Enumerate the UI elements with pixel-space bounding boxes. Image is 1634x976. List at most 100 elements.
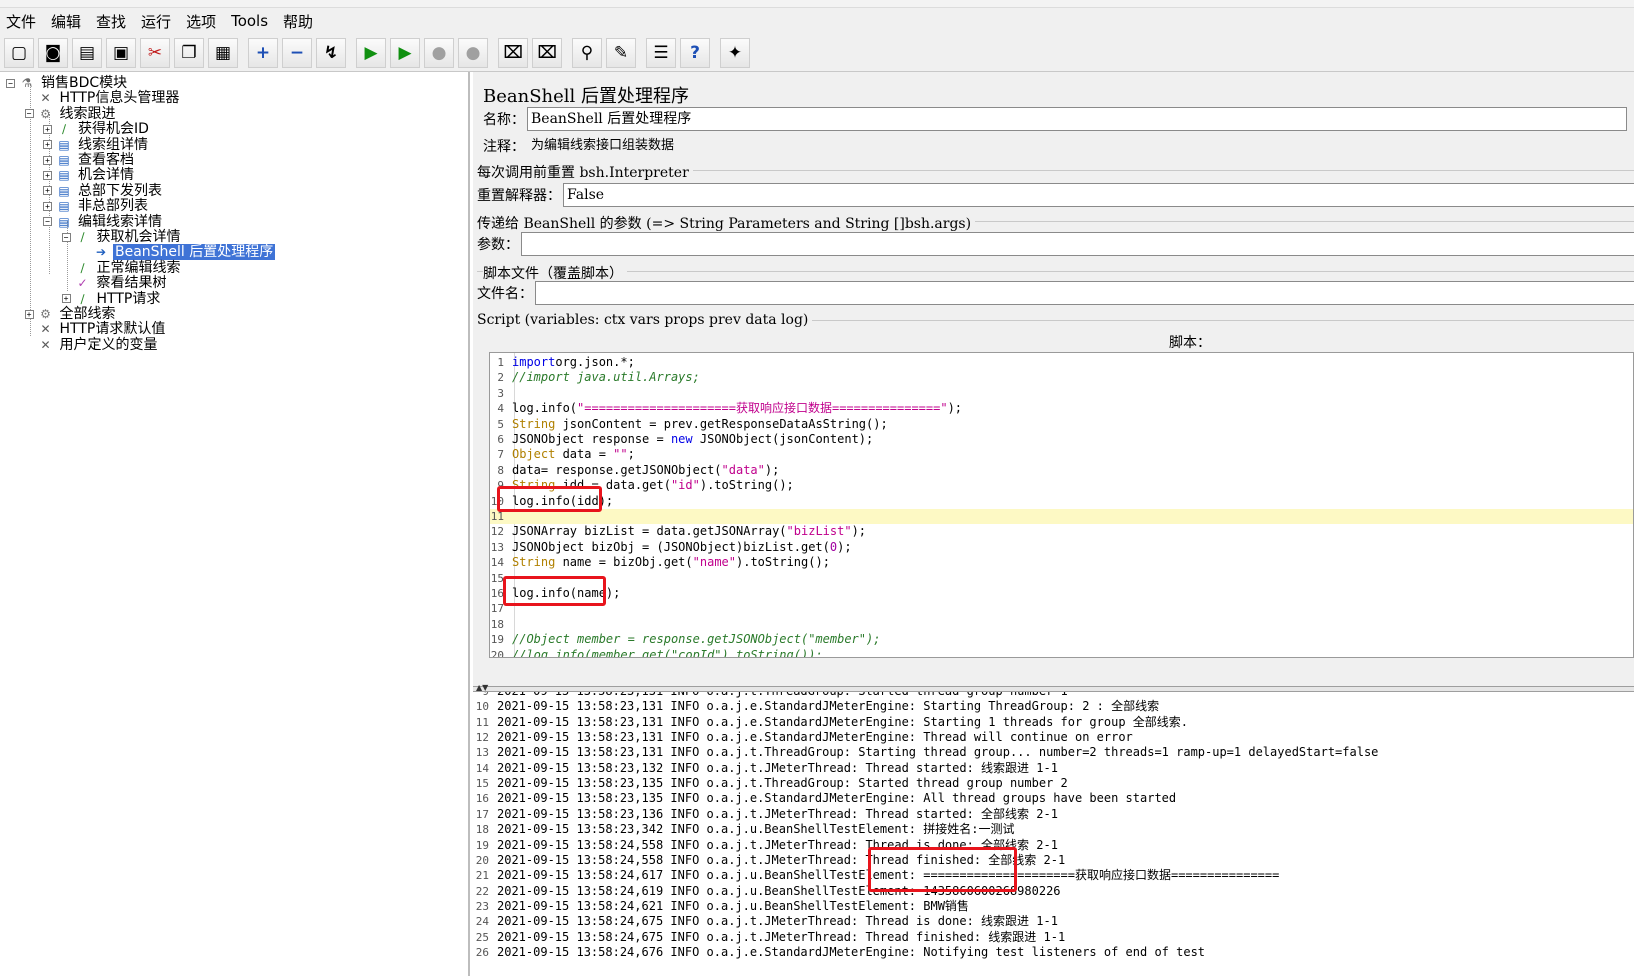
tree-node[interactable]: − ▤ 编辑线索详情 <box>43 214 164 230</box>
tree-node[interactable]: + ▤ 查看客档 <box>43 152 136 168</box>
filename-field[interactable] <box>535 281 1634 305</box>
templates-button[interactable]: ◙ <box>38 37 68 68</box>
log-text: 2021-09-15 13:58:24,676 INFO o.a.j.e.Sta… <box>497 944 1206 959</box>
copy-button[interactable]: ❐ <box>174 37 204 68</box>
tree-node-label[interactable]: HTTP请求 <box>95 291 163 307</box>
code-token: ); <box>947 401 963 416</box>
menu-item-6[interactable]: 帮助 <box>283 11 313 32</box>
tree-node-label[interactable]: 全部线索 <box>58 306 118 322</box>
log-text: 2021-09-15 13:58:23,136 INFO o.a.j.t.JMe… <box>497 806 1058 821</box>
tree-node[interactable]: ✕ HTTP请求默认值 <box>25 321 168 337</box>
expand-icon[interactable]: + <box>43 170 52 180</box>
menu-item-5[interactable]: Tools <box>231 12 268 30</box>
params-field[interactable] <box>521 232 1634 256</box>
cut-button[interactable]: ✂ <box>140 37 170 68</box>
tree-node-label[interactable]: 正常编辑线索 <box>95 260 183 276</box>
tree-node-label[interactable]: 销售BDC模块 <box>39 75 129 91</box>
collapse-button[interactable]: − <box>282 37 312 68</box>
clear-button[interactable]: ⌧ <box>498 37 528 68</box>
save-button[interactable]: ▣ <box>106 37 136 68</box>
tools-icon: ✕ <box>40 91 51 106</box>
toggle-icon: ↯ <box>323 42 339 63</box>
tree-node[interactable]: + ▤ 总部下发列表 <box>43 183 164 199</box>
tree-node[interactable]: + ▤ 非总部列表 <box>43 198 150 214</box>
tree-node[interactable]: − ∕ 获取机会详情 <box>61 229 183 245</box>
reset-interpreter-field[interactable]: False <box>563 183 1634 207</box>
menu-item-0[interactable]: 文件 <box>6 11 36 32</box>
new-button[interactable]: ▢ <box>4 37 34 68</box>
tree-node[interactable]: + ▤ 线索组详情 <box>43 137 150 153</box>
collapse-icon[interactable]: − <box>43 217 52 227</box>
expand-button[interactable]: + <box>248 37 278 68</box>
code-line: 7 Object data = ""; <box>490 447 1633 462</box>
tree-node[interactable]: ∕ 正常编辑线索 <box>62 260 183 276</box>
start-no-pauses-icon: ▶ <box>398 42 412 63</box>
tree-node[interactable]: + ⚙ 全部线索 <box>24 306 118 322</box>
tree-node-label[interactable]: HTTP请求默认值 <box>58 321 168 337</box>
tree-node-label[interactable]: 用户定义的变量 <box>58 337 160 353</box>
tree-node-label[interactable]: 线索组详情 <box>76 137 150 153</box>
log-viewer[interactable]: 92021-09-15 13:58:23,131 INFO o.a.j.t.Th… <box>473 692 1634 976</box>
tree-node-label[interactable]: 机会详情 <box>76 167 136 183</box>
menu-item-4[interactable]: 选项 <box>186 11 216 32</box>
reset-search-button[interactable]: ✎ <box>606 37 636 68</box>
tree-node-label[interactable]: 获得机会ID <box>76 121 151 137</box>
paste-button[interactable]: ▦ <box>208 37 238 68</box>
toggle-button[interactable]: ↯ <box>316 37 346 68</box>
name-row: 名称： BeanShell 后置处理程序 <box>483 107 1627 131</box>
name-field[interactable]: BeanShell 后置处理程序 <box>527 107 1627 131</box>
comment-field[interactable]: 为编辑线索接口组装数据 <box>527 134 1627 158</box>
stop-button[interactable]: ● <box>424 37 454 68</box>
splitter-arrows-icon[interactable]: ▲▼ <box>476 683 488 692</box>
tree-node[interactable]: + ∕ HTTP请求 <box>61 291 163 307</box>
script-editor[interactable]: 1 importorg.json.*; 2 //import java.util.Ar… <box>489 352 1634 658</box>
tree-node[interactable]: ✕ 用户定义的变量 <box>25 337 160 353</box>
tree-node[interactable]: − ⚙ 线索跟进 <box>24 106 118 122</box>
help-button[interactable]: ? <box>680 37 710 68</box>
expand-icon[interactable]: + <box>43 140 52 150</box>
tree-node-label[interactable]: 察看结果树 <box>95 275 169 291</box>
tree-node-label[interactable]: 查看客档 <box>76 152 136 168</box>
log-line: 23 2021-09-15 13:58:24,621 INFO o.a.j.u.B… <box>473 898 1634 914</box>
tree-node-label[interactable]: 总部下发列表 <box>76 183 164 199</box>
remote-button[interactable]: ✦ <box>720 37 750 68</box>
expand-icon[interactable]: + <box>24 309 34 319</box>
code-token: data= response.getJSONObject( <box>512 462 722 477</box>
log-text: 2021-09-15 13:58:23,131 INFO o.a.j.t.Thr… <box>497 692 1068 698</box>
tree-node-label[interactable]: HTTP信息头管理器 <box>58 90 182 106</box>
start-no-pauses-button[interactable]: ▶ <box>390 37 420 68</box>
open-button[interactable]: ▤ <box>72 37 102 68</box>
tree-node[interactable]: − ⚗ 销售BDC模块 <box>6 75 129 91</box>
tree-node-label[interactable]: BeanShell 后置处理程序 <box>113 244 276 261</box>
code-token: org.json.*; <box>555 355 635 369</box>
expand-icon[interactable]: + <box>43 201 52 211</box>
code-token: Object <box>512 447 556 462</box>
tree-node[interactable]: ➔ BeanShell 后置处理程序 <box>80 244 276 261</box>
code-token: String <box>512 416 556 431</box>
tree-node[interactable]: ✓ 察看结果树 <box>62 275 169 291</box>
collapse-icon[interactable]: − <box>61 232 71 242</box>
clear-all-button[interactable]: ⌧ <box>532 37 562 68</box>
tree-node-label[interactable]: 非总部列表 <box>76 198 150 214</box>
search-button[interactable]: ⚲ <box>572 37 602 68</box>
collapse-icon[interactable]: − <box>24 109 34 119</box>
collapse-icon[interactable]: − <box>6 78 15 88</box>
new-icon: ▢ <box>10 42 28 63</box>
expand-icon[interactable]: + <box>43 124 52 134</box>
menu-item-3[interactable]: 运行 <box>141 11 171 32</box>
tree-node-label[interactable]: 线索跟进 <box>58 106 118 122</box>
shutdown-button[interactable]: ● <box>458 37 488 68</box>
tree-node[interactable]: + ∕ 获得机会ID <box>43 121 151 137</box>
expand-icon[interactable]: + <box>43 155 52 165</box>
expand-icon[interactable]: + <box>43 186 52 196</box>
stop-icon: ● <box>431 42 447 63</box>
tree-node-label[interactable]: 获取机会详情 <box>95 229 183 245</box>
start-button[interactable]: ▶ <box>356 37 386 68</box>
function-helper-button[interactable]: ☰ <box>646 37 676 68</box>
tree-node[interactable]: + ▤ 机会详情 <box>43 167 136 183</box>
expand-icon[interactable]: + <box>61 294 71 304</box>
tree-node-label[interactable]: 编辑线索详情 <box>76 214 164 230</box>
menu-item-1[interactable]: 编辑 <box>51 11 81 32</box>
tree-node[interactable]: ✕ HTTP信息头管理器 <box>25 90 182 106</box>
menu-item-2[interactable]: 查找 <box>96 11 126 32</box>
